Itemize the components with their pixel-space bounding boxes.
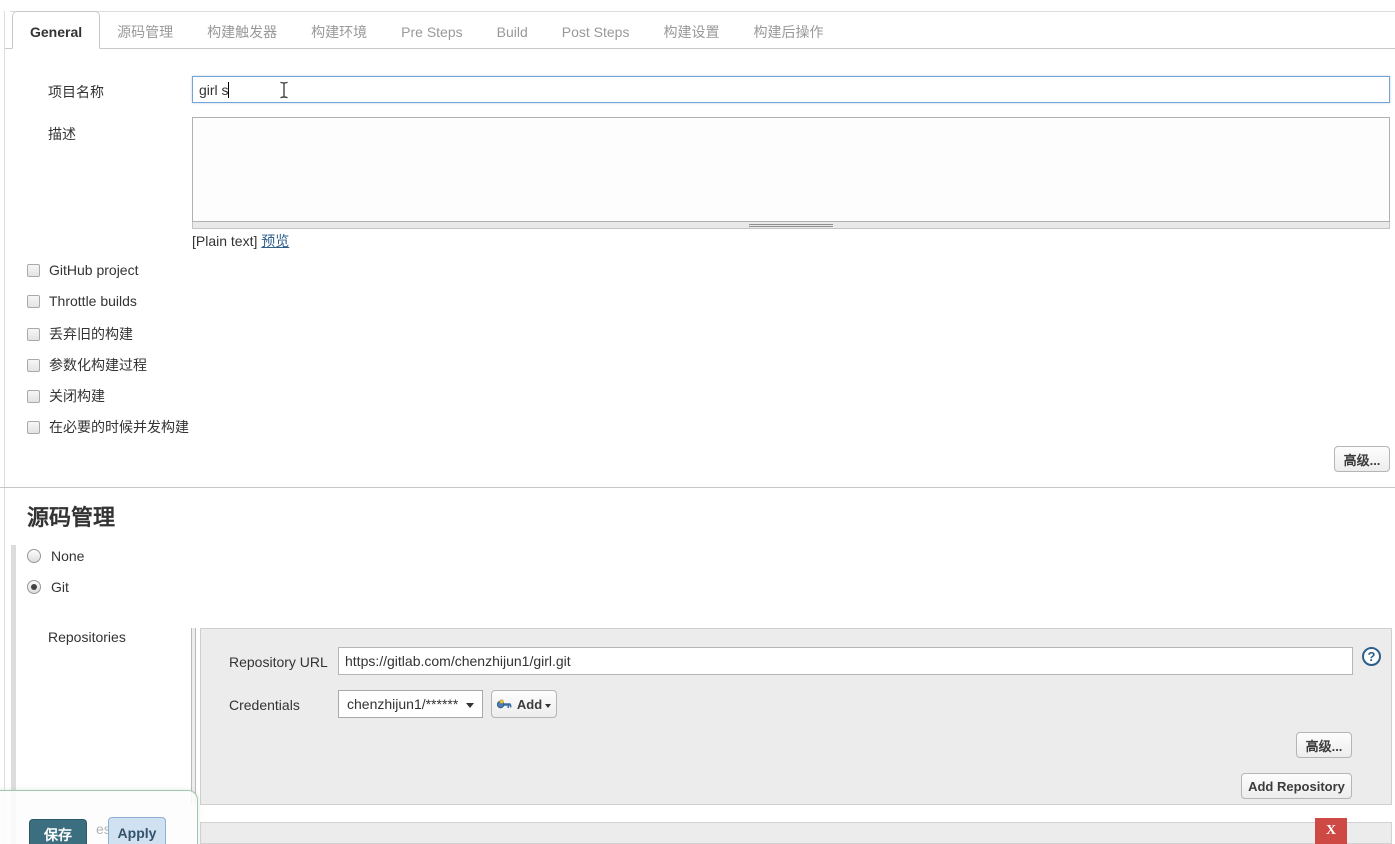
resize-grip-icon [749,223,833,228]
content-left-border [4,11,5,844]
repository-url-label: Repository URL [229,654,328,670]
checkbox-icon[interactable] [27,390,40,403]
radio-label: None [51,548,84,564]
plain-text-label: [Plain text] [192,233,257,249]
key-icon [497,699,512,710]
textarea-resize-handle[interactable] [192,222,1390,229]
checkbox-row-concurrent-builds[interactable]: 在必要的时候并发构建 [27,417,189,437]
tab-post-steps[interactable]: Post Steps [545,14,647,49]
add-repository-button[interactable]: Add Repository [1241,773,1352,799]
add-credentials-button[interactable]: Add [491,690,557,718]
repo-block-drag-handle[interactable] [191,628,196,805]
checkbox-icon[interactable] [27,264,40,277]
delete-repository-button[interactable]: X [1315,818,1347,844]
project-name-label: 项目名称 [48,82,104,102]
checkbox-label: GitHub project [49,262,138,278]
text-caret [228,82,229,98]
add-dropdown-caret-icon [545,704,551,708]
checkbox-icon[interactable] [27,359,40,372]
save-button[interactable]: 保存 [29,819,87,844]
checkbox-label: 参数化构建过程 [49,355,147,375]
tab-pre-steps[interactable]: Pre Steps [384,14,479,49]
credentials-label: Credentials [229,697,300,713]
ibeam-cursor-icon [278,81,290,99]
checkbox-row-discard-old-builds[interactable]: 丢弃旧的构建 [27,324,133,344]
radio-row-git[interactable]: Git [27,579,69,595]
repositories-label: Repositories [48,629,126,645]
bottom-sticky-bar: es 保存 Apply [0,790,198,844]
repository-advanced-button[interactable]: 高级... [1296,732,1352,758]
checkbox-icon[interactable] [27,328,40,341]
preview-link[interactable]: 预览 [261,233,289,249]
tab-build-triggers[interactable]: 构建触发器 [190,14,294,49]
credentials-selected-value: chenzhijun1/****** [347,696,458,712]
radio-icon[interactable] [27,549,41,563]
radio-icon-selected[interactable] [27,580,41,594]
checkbox-label: Throttle builds [49,293,137,309]
repository-url-input[interactable] [338,647,1353,675]
tab-post-build-actions[interactable]: 构建后操作 [736,14,840,49]
checkbox-row-parameterized-build[interactable]: 参数化构建过程 [27,355,147,375]
credentials-select[interactable]: chenzhijun1/****** [338,690,483,718]
tab-source-code-management[interactable]: 源码管理 [100,14,190,49]
checkbox-icon[interactable] [27,295,40,308]
add-button-label: Add [517,697,542,712]
general-advanced-button[interactable]: 高级... [1334,446,1390,472]
config-tabbar: General 源码管理 构建触发器 构建环境 Pre Steps Build … [12,14,840,49]
checkbox-label: 丢弃旧的构建 [49,324,133,344]
tab-build-settings[interactable]: 构建设置 [646,14,736,49]
description-format-line: [Plain text] 预览 [192,231,289,251]
jenkins-config-page: General 源码管理 构建触发器 构建环境 Pre Steps Build … [0,0,1395,844]
dropdown-caret-icon [466,703,474,708]
checkbox-label: 关闭构建 [49,386,105,406]
repository-panel: Repository URL Credentials chenzhijun1/*… [200,628,1392,805]
help-icon[interactable]: ? [1362,647,1381,666]
apply-button[interactable]: Apply [108,817,166,844]
description-label: 描述 [48,124,76,144]
project-name-input[interactable] [192,76,1390,103]
description-textarea[interactable] [192,117,1390,222]
tab-build[interactable]: Build [480,14,545,49]
next-section-row [200,822,1392,844]
checkbox-label: 在必要的时候并发构建 [49,417,189,437]
section-divider [0,487,1395,488]
checkbox-row-github-project[interactable]: GitHub project [27,262,138,278]
radio-row-none[interactable]: None [27,548,84,564]
checkbox-row-disable-build[interactable]: 关闭构建 [27,386,105,406]
scm-section-title: 源码管理 [27,500,115,532]
checkbox-row-throttle-builds[interactable]: Throttle builds [27,293,137,309]
tab-general[interactable]: General [12,11,100,49]
tabbar-top-border [10,11,1395,12]
tab-build-environment[interactable]: 构建环境 [294,14,384,49]
radio-label: Git [51,579,69,595]
checkbox-icon[interactable] [27,421,40,434]
